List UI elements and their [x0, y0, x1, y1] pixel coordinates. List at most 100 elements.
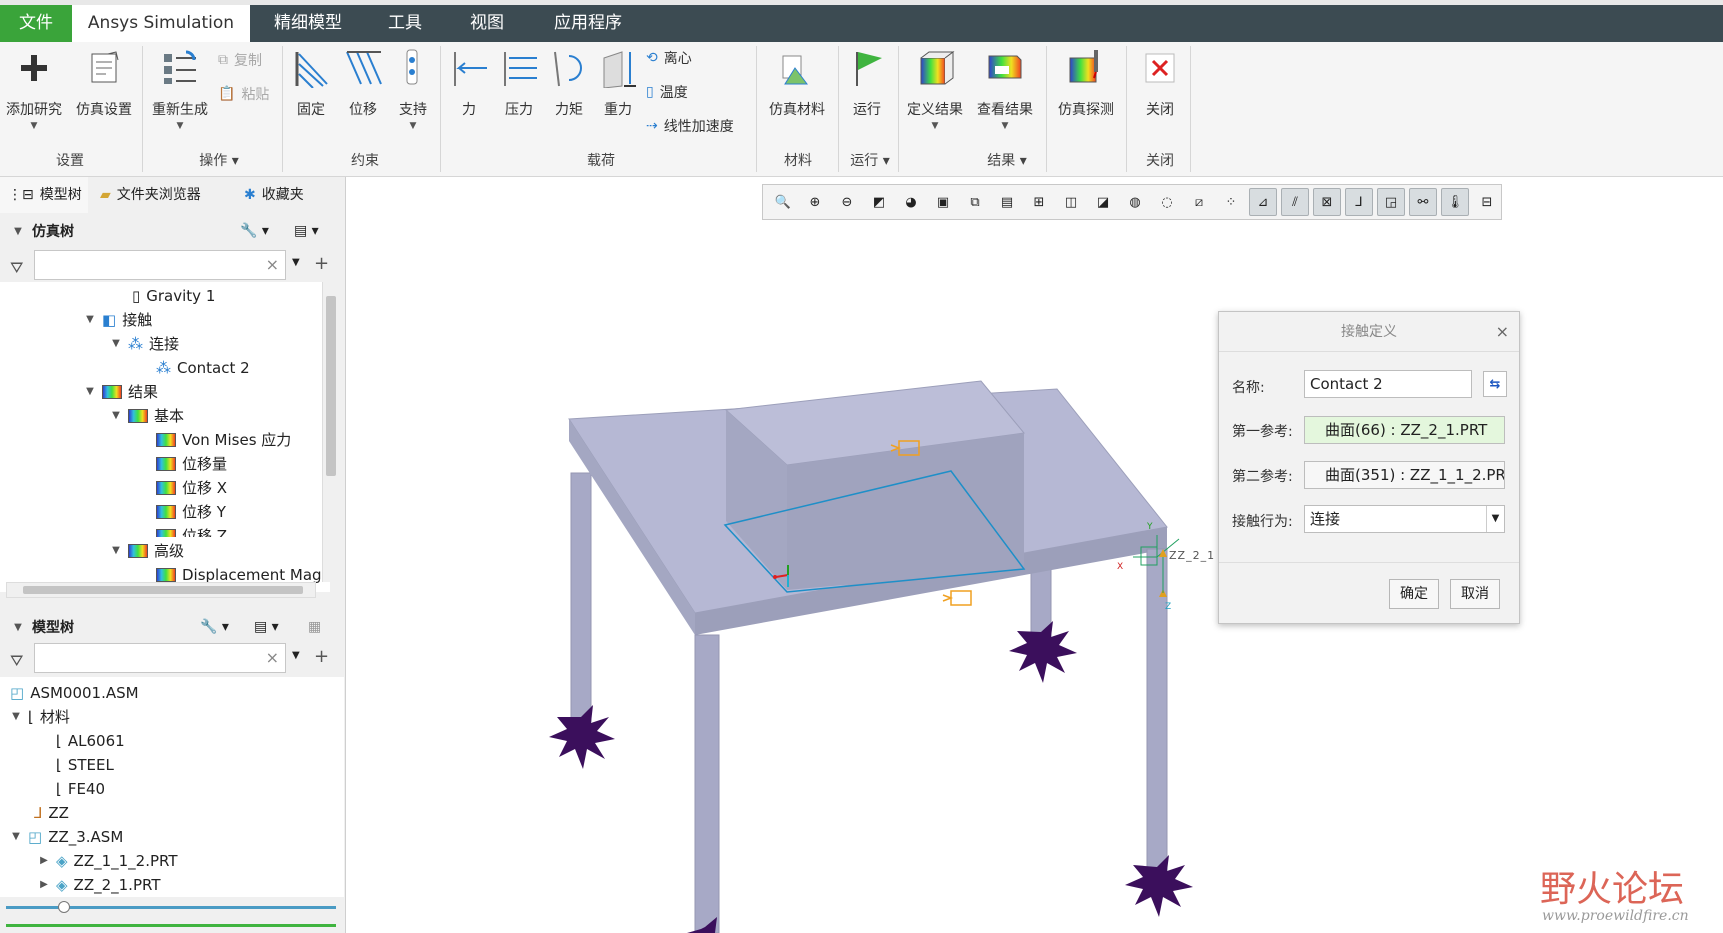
clear-icon[interactable]: ×: [266, 648, 279, 667]
tree-item-contact-2[interactable]: ⁂ Contact 2: [156, 356, 250, 380]
group-label-operations[interactable]: 操作 ▾: [174, 150, 264, 170]
tree-item-gravity[interactable]: ▯ Gravity 1: [132, 284, 215, 308]
chevron-down-icon: ▼: [931, 121, 939, 131]
paste-icon: 📋: [218, 86, 236, 102]
chevron-down-icon: ▼: [176, 121, 184, 131]
copy-button[interactable]: ⧉ 复制: [218, 50, 262, 70]
close-icon[interactable]: ×: [1496, 312, 1509, 352]
sim-probe-button[interactable]: 仿真探测: [1050, 46, 1122, 119]
temperature-button[interactable]: ▯ 温度: [646, 82, 688, 102]
displacement-button[interactable]: 位移: [338, 46, 388, 119]
support-button[interactable]: 支持 ▼: [390, 46, 436, 131]
tree-item-al6061[interactable]: ⌊ AL6061: [56, 729, 125, 753]
model-tree-search-input[interactable]: ×: [34, 643, 286, 673]
centrifugal-button[interactable]: ⟲ 离心: [646, 48, 692, 68]
view-result-button[interactable]: 查看结果 ▼: [972, 46, 1038, 131]
sim-tree-search-input[interactable]: ×: [34, 250, 286, 280]
tree-item-materials[interactable]: ▼ ⌊ 材料: [10, 705, 70, 729]
svg-text:Z: Z: [1165, 602, 1171, 612]
tree-item-connection[interactable]: ▼ ⁂ 连接: [110, 332, 179, 356]
group-label-constraints: 约束: [351, 153, 379, 169]
tree-columns-icon[interactable]: ▤ ▾: [294, 223, 319, 239]
result-icon: [128, 409, 148, 423]
paste-button[interactable]: 📋 粘贴: [218, 84, 269, 104]
group-label-run[interactable]: 运行 ▾: [840, 150, 900, 170]
sim-tree-scrollbar[interactable]: [322, 282, 338, 582]
rename-button[interactable]: ⇆: [1483, 371, 1507, 397]
regenerate-button[interactable]: 重新生成 ▼: [146, 46, 214, 131]
tree-columns-icon[interactable]: ▤ ▾: [254, 619, 279, 635]
tree-item-steel[interactable]: ⌊ STEEL: [56, 753, 114, 777]
tree-settings-icon[interactable]: 🔧 ▾: [200, 619, 229, 635]
tree-item-asm0001[interactable]: ◰ ASM0001.ASM: [10, 681, 139, 705]
run-button[interactable]: 运行: [842, 46, 892, 119]
tree-item-von-mises[interactable]: Von Mises 应力: [156, 428, 291, 452]
tree-item-zz3-asm[interactable]: ▼ ◰ ZZ_3.ASM: [10, 825, 123, 849]
filter-icon: ⛛: [10, 258, 24, 277]
tree-item-displacement-y[interactable]: 位移 Y: [156, 500, 226, 524]
contact-symbol[interactable]: [942, 590, 972, 606]
result-icon: [156, 457, 176, 471]
gravity-button[interactable]: 重力: [594, 46, 642, 119]
model-tree-slider-handle[interactable]: [58, 901, 70, 913]
fixed-button[interactable]: 固定: [288, 46, 334, 119]
force-button[interactable]: 力: [446, 46, 492, 119]
tree-item-zz21-prt[interactable]: ▶ ◈ ZZ_2_1.PRT: [38, 873, 160, 897]
tab-ansys-simulation[interactable]: Ansys Simulation: [72, 5, 250, 42]
tree-item-zz112-prt[interactable]: ▶ ◈ ZZ_1_1_2.PRT: [38, 849, 177, 873]
sim-material-button[interactable]: 仿真材料: [762, 46, 832, 119]
add-filter-icon[interactable]: +: [314, 646, 329, 667]
sim-tree: ▯ Gravity 1 ▼ ◧ 接触 ▼ ⁂ 连接 ⁂ Contact 2 ▼ 结果 ▼ 基本 …: [0, 282, 330, 537]
tab-fine-model[interactable]: 精细模型: [258, 5, 358, 42]
define-result-button[interactable]: 定义结果 ▼: [902, 46, 968, 131]
regenerate-icon: [160, 46, 200, 90]
close-button[interactable]: 关闭: [1132, 46, 1188, 119]
tree-item-displacement-mag[interactable]: 位移量: [156, 452, 227, 476]
second-reference-field[interactable]: 曲面(351) : ZZ_1_1_2.PRT: [1304, 461, 1505, 489]
name-input[interactable]: Contact 2: [1304, 370, 1472, 398]
coordinate-system-icon: ⅃: [34, 804, 43, 822]
tree-item-zz[interactable]: ⅃ ZZ: [34, 801, 69, 825]
menu-tab-bar: 文件 Ansys Simulation 精细模型 工具 视图 应用程序: [0, 0, 1723, 42]
tree-item-basic[interactable]: ▼ 基本: [110, 404, 184, 428]
tree-item-displacement-x[interactable]: 位移 X: [156, 476, 227, 500]
sim-tree-hscrollbar[interactable]: [6, 582, 316, 598]
tree-filter-options-icon[interactable]: ▦: [308, 619, 321, 635]
material-icon: [777, 46, 817, 90]
tree-settings-icon[interactable]: 🔧 ▾: [240, 223, 269, 239]
linear-accel-button[interactable]: ⇢ 线性加速度: [646, 116, 734, 136]
add-study-button[interactable]: 添加研究 ▼: [2, 46, 66, 131]
tab-apps[interactable]: 应用程序: [538, 5, 638, 42]
sim-setup-button[interactable]: 仿真设置: [70, 46, 138, 119]
contact-behavior-select[interactable]: 连接 ▼: [1304, 505, 1505, 533]
clear-icon[interactable]: ×: [266, 255, 279, 274]
add-filter-icon[interactable]: +: [314, 253, 329, 274]
moment-button[interactable]: 力矩: [546, 46, 592, 119]
tab-folder-browser[interactable]: ▰ 文件夹浏览器: [92, 177, 226, 213]
tab-favorites[interactable]: ✱ 收藏夹: [236, 177, 332, 213]
filter-dropdown-icon[interactable]: ▼: [292, 650, 300, 661]
filter-dropdown-icon[interactable]: ▼: [292, 257, 300, 268]
contact-behavior-label: 接触行为:: [1232, 514, 1293, 530]
collapse-icon[interactable]: ▼: [12, 226, 24, 237]
tab-model-tree[interactable]: ⋮⊟ 模型树: [0, 177, 88, 213]
tree-item-results[interactable]: ▼ 结果: [84, 380, 158, 404]
first-reference-field[interactable]: 曲面(66) : ZZ_2_1.PRT: [1304, 416, 1505, 444]
result-icon: [156, 433, 176, 447]
tab-tools[interactable]: 工具: [370, 5, 440, 42]
tab-view[interactable]: 视图: [452, 5, 522, 42]
group-label-results[interactable]: 结果 ▾: [962, 150, 1052, 170]
tree-item-advanced[interactable]: ▼ 高级: [110, 539, 184, 563]
pressure-button[interactable]: 压力: [494, 46, 544, 119]
model-tree-slider-track[interactable]: [6, 906, 336, 909]
collapse-icon[interactable]: ▼: [12, 622, 24, 633]
tab-file[interactable]: 文件: [0, 5, 72, 42]
cancel-button[interactable]: 取消: [1450, 579, 1500, 609]
tree-item-contact-folder[interactable]: ▼ ◧ 接触: [84, 308, 152, 332]
tree-item-fe40[interactable]: ⌊ FE40: [56, 777, 105, 801]
dialog-title: 接触定义 ×: [1219, 312, 1519, 352]
ok-button[interactable]: 确定: [1389, 579, 1439, 609]
tree-item-displacement-z[interactable]: 位移 Z: [156, 524, 227, 537]
material-icon: ⌊: [56, 732, 62, 750]
chevron-down-icon: ▼: [30, 121, 38, 131]
